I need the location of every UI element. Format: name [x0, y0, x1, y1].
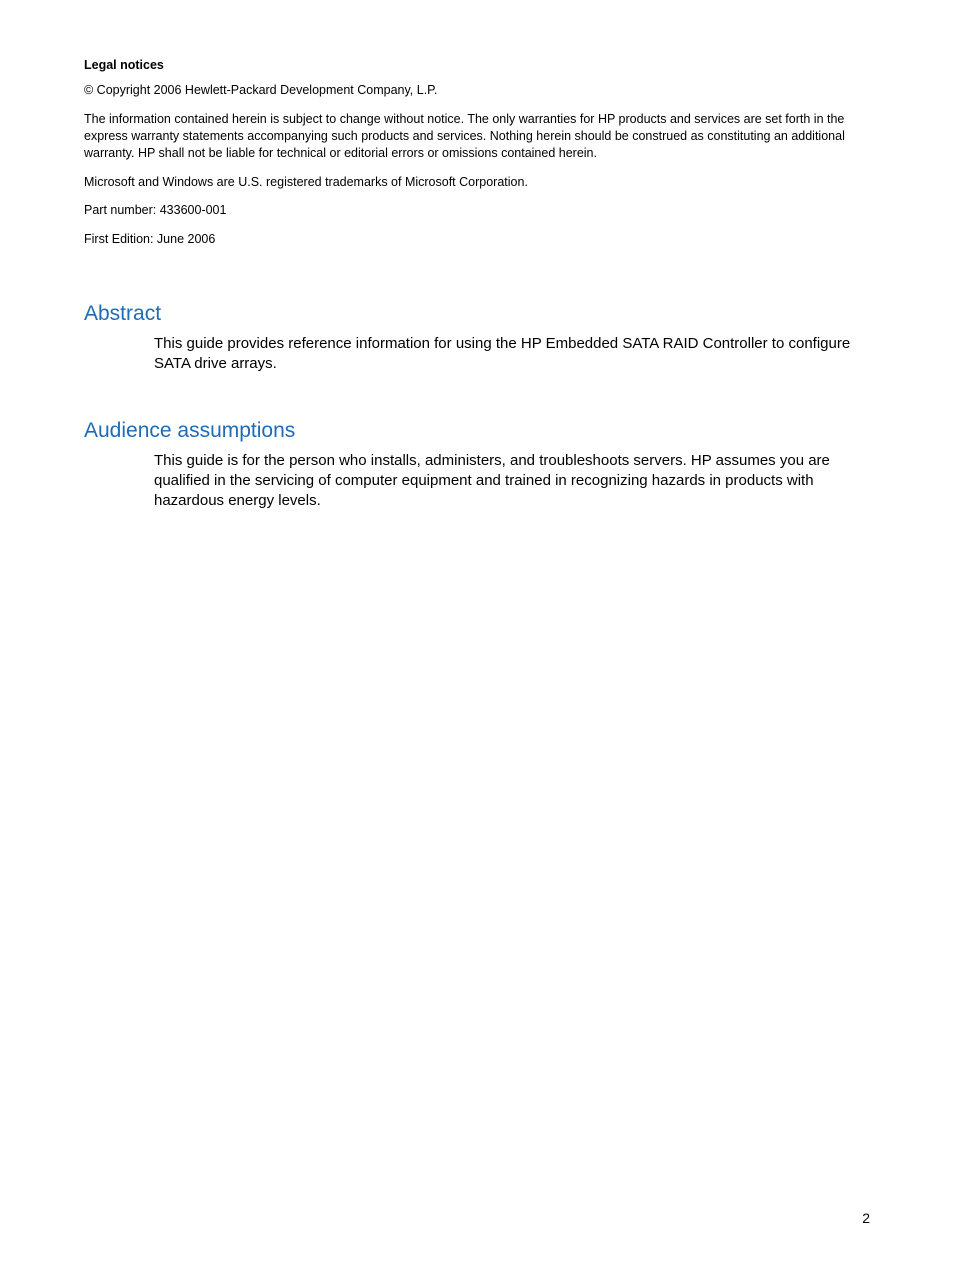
trademarks-text: Microsoft and Windows are U.S. registere… [84, 174, 870, 191]
page-number: 2 [862, 1210, 870, 1226]
abstract-body: This guide provides reference informatio… [154, 334, 870, 375]
copyright-text: © Copyright 2006 Hewlett-Packard Develop… [84, 82, 870, 99]
legal-notices-heading: Legal notices [84, 58, 870, 72]
page-content: Legal notices © Copyright 2006 Hewlett-P… [0, 0, 954, 511]
edition-text: First Edition: June 2006 [84, 231, 870, 248]
abstract-heading: Abstract [84, 302, 870, 326]
audience-body: This guide is for the person who install… [154, 451, 870, 512]
part-number-text: Part number: 433600-001 [84, 202, 870, 219]
audience-heading: Audience assumptions [84, 419, 870, 443]
warranty-text: The information contained herein is subj… [84, 111, 870, 162]
